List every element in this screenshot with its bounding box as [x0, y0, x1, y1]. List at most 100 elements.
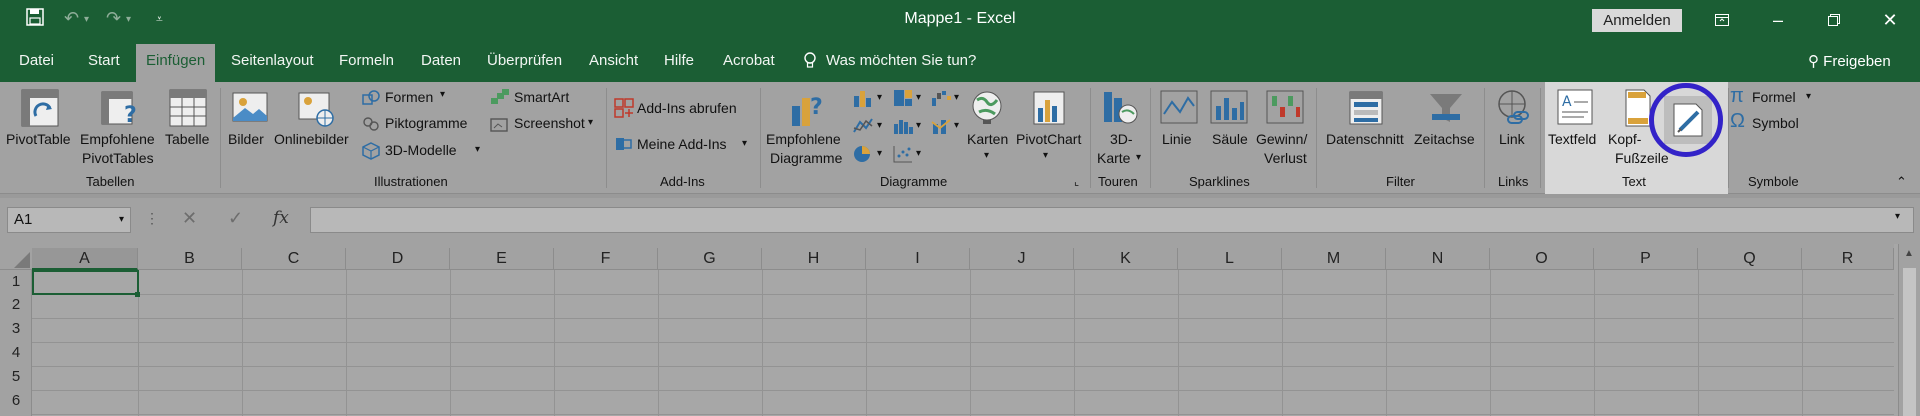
table-icon[interactable]	[168, 88, 208, 128]
column-header[interactable]: R	[1802, 248, 1894, 270]
recommended-pivottables-label-1[interactable]: Empfohlene	[80, 131, 155, 147]
tab-help[interactable]: Hilfe	[664, 52, 694, 69]
formula-input[interactable]	[310, 207, 1914, 233]
recommended-charts-label-1[interactable]: Empfohlene	[766, 131, 841, 147]
tell-me-search[interactable]: Was möchten Sie tun?	[826, 52, 976, 69]
screenshot-icon[interactable]	[490, 115, 510, 133]
restore-icon[interactable]	[1814, 6, 1854, 34]
sparkline-winloss-label-1[interactable]: Gewinn/	[1256, 131, 1307, 147]
combo-chart-dropdown-icon[interactable]: ▾	[954, 120, 959, 131]
online-pictures-label[interactable]: Onlinebilder	[274, 131, 349, 147]
worksheet-grid[interactable]: A B C D E F G H I J K L M N O P Q R 1 2 …	[0, 244, 1920, 416]
column-header[interactable]: E	[450, 248, 554, 270]
link-label[interactable]: Link	[1499, 131, 1525, 147]
screenshot-dropdown-icon[interactable]: ▾	[588, 117, 593, 128]
smartart-label[interactable]: SmartArt	[514, 89, 569, 105]
tab-data[interactable]: Daten	[421, 52, 461, 69]
maps-dropdown-icon[interactable]: ▾	[984, 150, 989, 161]
tab-file[interactable]: Datei	[19, 52, 54, 69]
statistic-chart-icon[interactable]	[892, 116, 914, 136]
line-chart-icon[interactable]	[852, 116, 874, 136]
more-options-icon[interactable]: ⋮	[145, 210, 159, 227]
maps-icon[interactable]	[968, 88, 1006, 128]
slicer-label[interactable]: Datenschnitt	[1326, 131, 1404, 147]
header-footer-label-1[interactable]: Kopf-	[1608, 131, 1641, 147]
pictures-label[interactable]: Bilder	[228, 131, 264, 147]
column-header[interactable]: B	[138, 248, 242, 270]
row-header[interactable]: 2	[0, 296, 32, 313]
minimize-icon[interactable]: –	[1758, 6, 1798, 34]
shapes-label[interactable]: Formen	[385, 89, 433, 105]
waterfall-chart-dropdown-icon[interactable]: ▾	[954, 92, 959, 103]
slicer-icon[interactable]	[1346, 88, 1386, 128]
select-all-icon[interactable]	[12, 252, 30, 268]
name-box-dropdown-icon[interactable]: ▾	[119, 208, 124, 232]
column-header[interactable]: L	[1178, 248, 1282, 270]
online-pictures-icon[interactable]	[296, 88, 336, 128]
link-icon[interactable]	[1494, 88, 1534, 128]
share-button[interactable]: ⚲ Freigeben	[1808, 52, 1891, 70]
pictures-icon[interactable]	[230, 88, 270, 128]
recommended-charts-icon[interactable]: ?	[788, 88, 828, 128]
3d-models-dropdown-icon[interactable]: ▾	[475, 144, 480, 155]
3d-map-dropdown-icon[interactable]: ▾	[1136, 152, 1141, 163]
pivotchart-label[interactable]: PivotChart	[1016, 131, 1081, 147]
timeline-label[interactable]: Zeitachse	[1414, 131, 1475, 147]
textbox-label[interactable]: Textfeld	[1548, 131, 1596, 147]
hierarchy-chart-icon[interactable]	[892, 88, 914, 108]
header-footer-label-2[interactable]: Fußzeile	[1615, 150, 1669, 166]
row-header[interactable]: 1	[0, 273, 32, 290]
recommended-pivottables-icon[interactable]: ?	[98, 88, 142, 128]
sparkline-column-label[interactable]: Säule	[1212, 131, 1248, 147]
icons-icon[interactable]	[362, 116, 380, 132]
pivotchart-dropdown-icon[interactable]: ▾	[1043, 150, 1048, 161]
tab-home[interactable]: Start	[88, 52, 120, 69]
sparkline-column-icon[interactable]	[1210, 90, 1248, 124]
combo-chart-icon[interactable]	[930, 116, 952, 136]
equation-dropdown-icon[interactable]: ▾	[1806, 91, 1811, 102]
pivottable-icon[interactable]	[20, 88, 60, 128]
symbol-label[interactable]: Symbol	[1752, 115, 1799, 131]
row-header[interactable]: 6	[0, 392, 32, 409]
line-chart-dropdown-icon[interactable]: ▾	[877, 120, 882, 131]
3d-models-label[interactable]: 3D-Modelle	[385, 142, 457, 158]
textbox-icon[interactable]: A	[1556, 88, 1594, 126]
sparkline-line-icon[interactable]	[1160, 90, 1198, 124]
get-addins-icon[interactable]	[614, 98, 634, 118]
tab-acrobat[interactable]: Acrobat	[723, 52, 775, 69]
row-header[interactable]: 4	[0, 344, 32, 361]
hierarchy-chart-dropdown-icon[interactable]: ▾	[916, 92, 921, 103]
3d-models-icon[interactable]	[362, 142, 380, 160]
name-box[interactable]: A1 ▾	[7, 207, 131, 233]
charts-dialog-launcher-icon[interactable]: ⌞	[1074, 175, 1079, 188]
column-header[interactable]: D	[346, 248, 450, 270]
column-header[interactable]: M	[1282, 248, 1386, 270]
cancel-entry-icon[interactable]: ✕	[182, 208, 197, 229]
pivotchart-icon[interactable]	[1030, 88, 1070, 128]
header-footer-icon[interactable]	[1624, 88, 1652, 128]
scrollbar-thumb[interactable]	[1903, 268, 1916, 416]
sparkline-winloss-label-2[interactable]: Verlust	[1264, 150, 1307, 166]
statistic-chart-dropdown-icon[interactable]: ▾	[916, 120, 921, 131]
vertical-scrollbar[interactable]: ▲	[1898, 244, 1920, 416]
3d-map-label-1[interactable]: 3D-	[1110, 131, 1133, 147]
pi-icon[interactable]: π	[1730, 85, 1744, 108]
column-header[interactable]: J	[970, 248, 1074, 270]
maps-label[interactable]: Karten	[967, 131, 1008, 147]
tab-insert[interactable]: Einfügen	[136, 44, 216, 82]
active-cell-a1[interactable]	[32, 270, 139, 295]
close-icon[interactable]: ✕	[1870, 6, 1910, 34]
confirm-entry-icon[interactable]: ✓	[228, 208, 243, 229]
column-header[interactable]: G	[658, 248, 762, 270]
3d-map-label-2[interactable]: Karte	[1097, 150, 1130, 166]
fill-handle[interactable]	[135, 292, 140, 297]
shapes-icon[interactable]	[362, 90, 380, 106]
tab-formulas[interactable]: Formeln	[339, 52, 394, 69]
my-addins-label[interactable]: Meine Add-Ins	[637, 136, 727, 152]
tab-view[interactable]: Ansicht	[589, 52, 638, 69]
column-header[interactable]: K	[1074, 248, 1178, 270]
omega-icon[interactable]: Ω	[1730, 110, 1745, 133]
pie-chart-dropdown-icon[interactable]: ▾	[877, 148, 882, 159]
collapse-ribbon-icon[interactable]: ⌃	[1896, 174, 1907, 190]
table-label[interactable]: Tabelle	[165, 131, 209, 147]
